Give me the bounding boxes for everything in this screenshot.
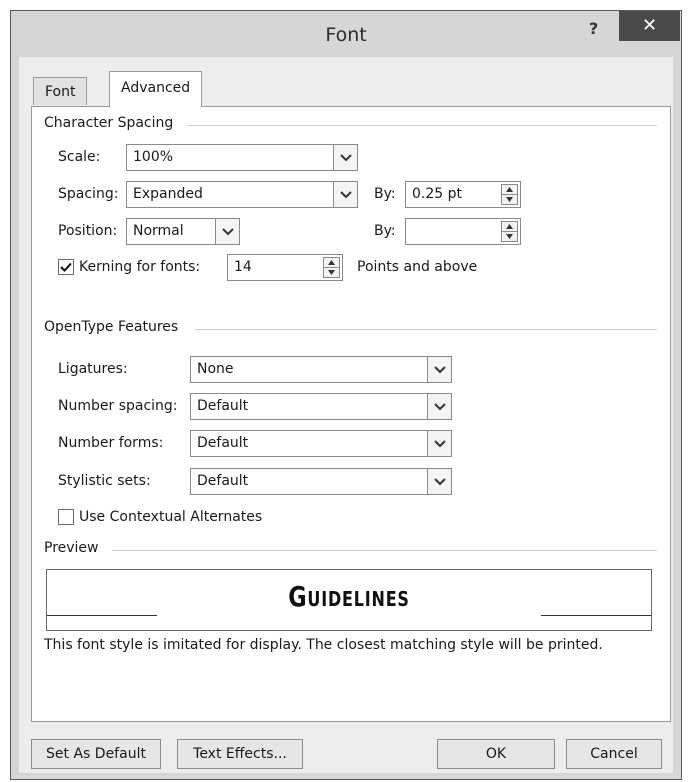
spin-arrows-icon[interactable] (323, 257, 340, 278)
close-button[interactable]: ✕ (619, 11, 680, 41)
chevron-down-icon[interactable] (333, 182, 357, 207)
ligatures-combo[interactable]: None (190, 356, 452, 383)
dialog-title: Font (325, 24, 367, 46)
tab-advanced-label: Advanced (121, 80, 191, 96)
stylistic-sets-combo[interactable]: Default (190, 468, 452, 495)
scale-value: 100% (133, 149, 174, 165)
ok-button[interactable]: OK (437, 739, 555, 769)
set-as-default-button[interactable]: Set As Default (31, 739, 161, 769)
number-spacing-combo[interactable]: Default (190, 393, 452, 420)
title-bar: Font ? ✕ (11, 11, 681, 57)
cancel-button[interactable]: Cancel (566, 739, 662, 769)
ligatures-value: None (197, 361, 234, 377)
spacing-label: Spacing: (58, 186, 119, 202)
chevron-down-icon[interactable] (427, 469, 451, 494)
close-icon: ✕ (641, 15, 658, 36)
ligatures-label: Ligatures: (58, 361, 128, 377)
contextual-alternates-label: Use Contextual Alternates (79, 509, 263, 525)
chevron-down-icon[interactable] (427, 431, 451, 456)
number-forms-value: Default (197, 435, 249, 451)
dialog-client: Font Advanced Character Spacing Scale: 1… (19, 57, 673, 773)
spacing-by-spinner[interactable]: 0.25 pt (405, 181, 521, 208)
spin-arrows-icon[interactable] (501, 184, 518, 205)
opentype-heading: OpenType Features (44, 319, 179, 335)
spin-arrows-icon[interactable] (501, 221, 518, 242)
number-spacing-value: Default (197, 398, 249, 414)
preview-box: Guidelines (46, 569, 652, 631)
divider (195, 329, 657, 330)
text-effects-button[interactable]: Text Effects... (177, 739, 303, 769)
character-spacing-heading: Character Spacing (44, 115, 174, 131)
preview-note: This font style is imitated for display.… (44, 637, 603, 653)
chevron-down-icon[interactable] (215, 219, 239, 244)
advanced-panel: Character Spacing Scale: 100% Spacing: E… (31, 106, 671, 722)
position-by-label: By: (374, 223, 396, 239)
preview-underline-right (541, 615, 651, 616)
tab-font[interactable]: Font (33, 77, 88, 105)
tab-font-label: Font (45, 84, 76, 100)
kerning-suffix: Points and above (357, 259, 478, 275)
kerning-checkbox[interactable] (58, 259, 74, 275)
position-label: Position: (58, 223, 118, 239)
help-button[interactable]: ? (589, 19, 598, 38)
divider (187, 125, 657, 126)
tab-advanced[interactable]: Advanced (109, 71, 203, 107)
kerning-spinner[interactable]: 14 (227, 254, 343, 281)
number-forms-combo[interactable]: Default (190, 430, 452, 457)
spacing-combo[interactable]: Expanded (126, 181, 358, 208)
stylistic-sets-label: Stylistic sets: (58, 473, 151, 489)
chevron-down-icon[interactable] (333, 145, 357, 170)
font-dialog: Font ? ✕ Font Advanced Character Spacing… (10, 10, 682, 780)
position-value: Normal (133, 223, 184, 239)
contextual-alternates-checkbox[interactable] (58, 509, 74, 525)
number-forms-label: Number forms: (58, 435, 164, 451)
chevron-down-icon[interactable] (427, 357, 451, 382)
stylistic-sets-value: Default (197, 473, 249, 489)
spacing-value: Expanded (133, 186, 203, 202)
position-combo[interactable]: Normal (126, 218, 240, 245)
position-by-spinner[interactable] (405, 218, 521, 245)
chevron-down-icon[interactable] (427, 394, 451, 419)
scale-label: Scale: (58, 149, 101, 165)
checkmark-icon (60, 262, 72, 272)
preview-sample: Guidelines (288, 580, 410, 613)
spacing-by-label: By: (374, 186, 396, 202)
preview-underline-left (47, 615, 157, 616)
number-spacing-label: Number spacing: (58, 398, 178, 414)
scale-combo[interactable]: 100% (126, 144, 358, 171)
spacing-by-value: 0.25 pt (412, 186, 462, 202)
divider (112, 550, 657, 551)
preview-heading: Preview (44, 540, 99, 556)
kerning-value: 14 (234, 259, 252, 275)
kerning-label: Kerning for fonts: (79, 259, 201, 275)
